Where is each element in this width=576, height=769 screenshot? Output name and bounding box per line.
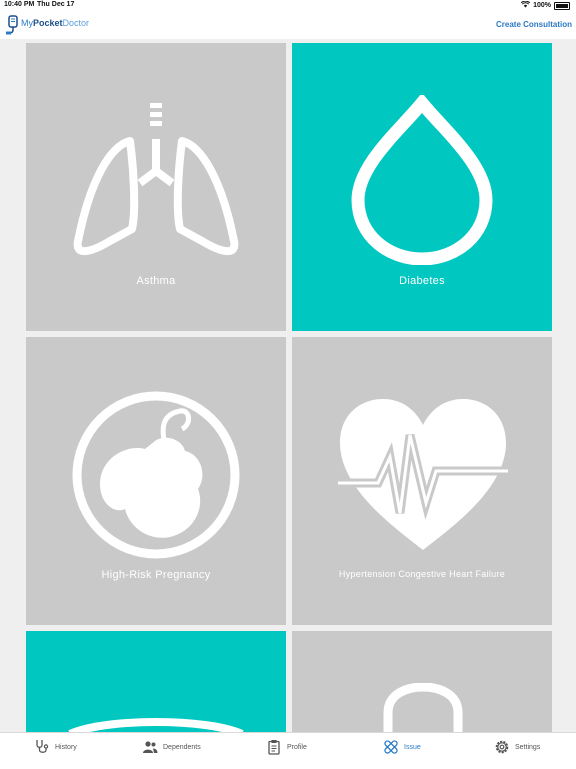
- tab-dependents[interactable]: Dependents: [142, 739, 201, 755]
- tile-label-diabetes: Diabetes: [399, 275, 445, 287]
- tile-label-asthma: Asthma: [136, 275, 176, 287]
- bandage-icon: [384, 740, 398, 754]
- logo-text-pocket: Pocket: [33, 18, 63, 28]
- tile-diabetes[interactable]: Diabetes: [292, 43, 552, 331]
- battery-percent: 100%: [533, 2, 551, 9]
- issue-grid: Asthma Diabetes High-Risk Pregnancy Hype…: [0, 39, 576, 732]
- tab-settings[interactable]: Settings: [494, 739, 540, 755]
- tab-label-settings: Settings: [515, 743, 541, 751]
- tab-label-dependents: Dependents: [163, 743, 201, 751]
- status-time: 10:40 PM: [4, 1, 35, 8]
- tab-label-profile: Profile: [287, 743, 307, 751]
- stethoscope-icon: [36, 740, 49, 753]
- logo-stethoscope-icon: [6, 15, 18, 35]
- tile-partial-left[interactable]: [26, 631, 286, 732]
- drop-icon: [351, 95, 493, 265]
- tile-asthma[interactable]: Asthma: [26, 43, 286, 331]
- tile-high-risk-pregnancy[interactable]: High-Risk Pregnancy: [26, 337, 286, 625]
- people-icon: [143, 741, 158, 753]
- logo-text-doctor: Doctor: [62, 18, 90, 28]
- tab-profile[interactable]: Profile: [266, 739, 307, 755]
- status-bar: 10:40 PM Thu Dec 17 100%: [0, 0, 576, 11]
- tab-history[interactable]: History: [34, 739, 77, 755]
- app-logo: MyPocketDoctor: [6, 15, 89, 35]
- tab-issue[interactable]: Issue: [383, 739, 421, 755]
- gear-icon: [495, 740, 509, 754]
- tile-label-hypertension: Hypertension Congestive Heart Failure: [338, 569, 506, 579]
- clipboard-icon: [268, 740, 280, 755]
- fetus-icon: [72, 391, 240, 559]
- tab-label-issue: Issue: [404, 743, 421, 751]
- logo-text: MyPocketDoctor: [21, 18, 89, 28]
- status-right: 100%: [520, 0, 570, 10]
- tab-label-history: History: [55, 743, 77, 751]
- app-header: MyPocketDoctor Create Consultation: [0, 11, 576, 39]
- lungs-icon: [73, 103, 239, 256]
- partial-tile-icon-right: [383, 683, 463, 732]
- create-consultation-button[interactable]: Create Consultation: [496, 20, 572, 29]
- tile-hypertension[interactable]: Hypertension Congestive Heart Failure: [292, 337, 552, 625]
- partial-tile-icon: [68, 718, 244, 732]
- tab-bar: History Dependents Profile Issue Setting…: [0, 732, 576, 769]
- battery-icon: [554, 1, 570, 10]
- wifi-icon: [520, 0, 531, 10]
- logo-text-my: My: [21, 18, 33, 28]
- tile-label-high-risk-pregnancy: High-Risk Pregnancy: [101, 569, 211, 581]
- status-date: Thu Dec 17: [37, 1, 75, 8]
- tile-partial-right[interactable]: [292, 631, 552, 732]
- heartbeat-icon: [338, 399, 508, 550]
